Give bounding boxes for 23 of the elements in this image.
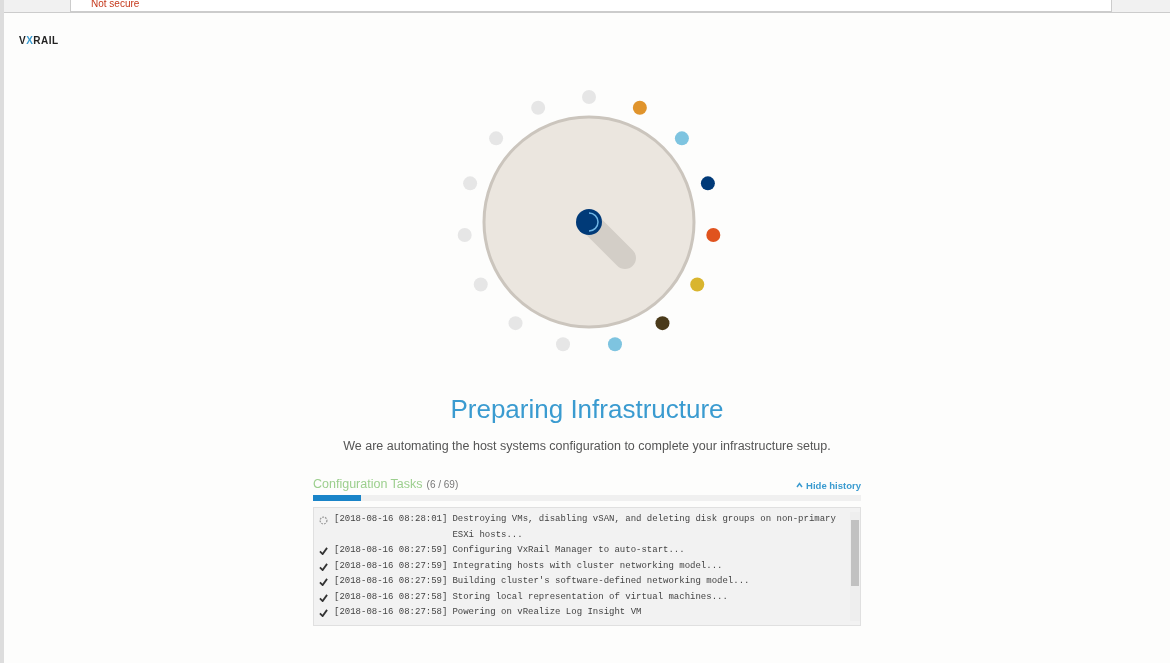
- scrollbar[interactable]: [850, 512, 860, 621]
- security-label[interactable]: Not secure: [91, 0, 140, 9]
- address-bar[interactable]: Not secure: [70, 0, 1112, 12]
- tasks-heading: Configuration Tasks: [313, 477, 423, 491]
- page-title: Preparing Infrastructure: [450, 394, 724, 425]
- log-message: Powering on vRealize Log Insight VM: [452, 606, 643, 619]
- knob-drawing: [576, 209, 636, 269]
- hide-history-link[interactable]: Hide history: [796, 479, 861, 491]
- chevron-up-icon: [796, 482, 804, 488]
- log-timestamp: [2018-08-16 08:27:58]: [334, 590, 448, 604]
- log-timestamp: [2018-08-16 08:27:59]: [334, 575, 448, 588]
- log-timestamp: [2018-08-16 08:28:01]: [334, 513, 448, 526]
- log-message: Storing local representation of virtual machines...: [452, 590, 729, 604]
- log-message: Integrating hosts with cluster networking model...: [452, 559, 724, 573]
- log-timestamp: [2018-08-16 08:27:58]: [334, 606, 448, 619]
- log-message: Configuring VxRail Manager to auto-start...: [452, 544, 686, 557]
- tasks-count: (6 / 69): [426, 479, 459, 490]
- page-subtitle: We are automating the host systems configuration to complete your infrastructure setup.: [343, 439, 831, 453]
- log-message: Destroying VMs, disabling vSAN, and deleting disk groups on non-primary ESXi hosts...: [452, 513, 837, 542]
- log-timestamp: [2018-08-16 08:27:59]: [334, 559, 448, 573]
- log-timestamp: [2018-08-16 08:27:59]: [334, 544, 448, 557]
- logo: VXRAIL: [19, 35, 59, 46]
- log-message: Building cluster's software-defined networking model...: [452, 575, 751, 588]
